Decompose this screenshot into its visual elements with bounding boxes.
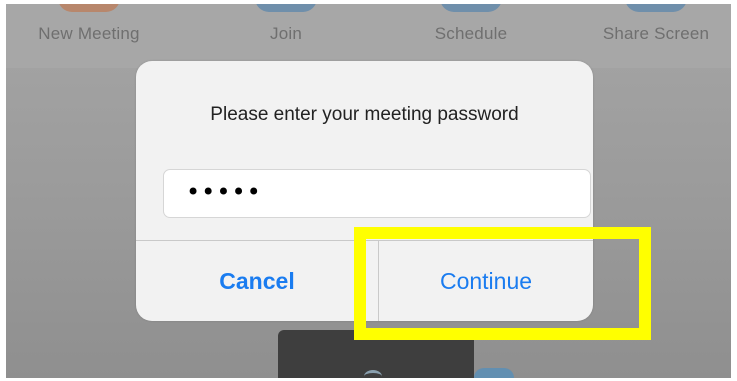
share-screen-icon xyxy=(625,4,687,12)
share-screen-label: Share Screen xyxy=(602,24,710,43)
join-icon xyxy=(255,4,317,12)
app-screen: New Meeting Join Schedule Share Screen P… xyxy=(6,4,731,378)
password-input[interactable]: ••••• xyxy=(163,169,591,218)
new-meeting-button[interactable]: New Meeting xyxy=(9,4,169,64)
loading-spinner-icon xyxy=(364,370,382,378)
join-label: Join xyxy=(270,24,302,43)
continue-button[interactable]: Continue xyxy=(379,241,593,321)
share-screen-button[interactable]: Share Screen xyxy=(576,4,731,64)
meeting-password-dialog: Please enter your meeting password •••••… xyxy=(136,61,593,321)
new-meeting-icon xyxy=(58,4,120,12)
cancel-button[interactable]: Cancel xyxy=(136,241,378,321)
blue-indicator xyxy=(474,368,514,378)
schedule-icon xyxy=(440,4,502,12)
schedule-button[interactable]: Schedule xyxy=(391,4,551,64)
new-meeting-label: New Meeting xyxy=(38,24,140,43)
schedule-label: Schedule xyxy=(434,24,508,43)
dialog-title: Please enter your meeting password xyxy=(210,104,519,125)
join-button[interactable]: Join xyxy=(206,4,366,64)
loading-toast xyxy=(278,330,474,378)
home-toolbar: New Meeting Join Schedule Share Screen xyxy=(6,4,731,68)
